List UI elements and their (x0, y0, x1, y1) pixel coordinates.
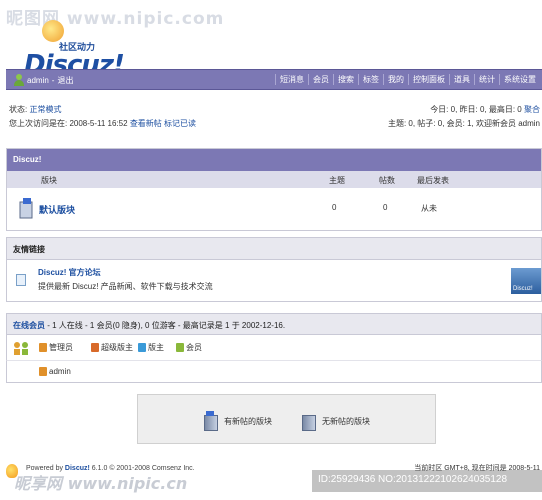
forum-table: Discuz! 版块 主题 帖数 最后发表 默认版块 0 0 从未 (6, 148, 542, 231)
legend-super-mod: 超级版主 (91, 342, 133, 353)
icon-key-box: 有新帖的版块 无新帖的版块 (137, 394, 436, 444)
key-new-posts-label: 有新帖的版块 (224, 416, 272, 426)
forum-table-header: 版块 主题 帖数 最后发表 (7, 171, 541, 188)
watermark-bottom: 昵享网 www.nipic.cn (14, 474, 188, 493)
table-row: 默认版块 0 0 从未 (7, 188, 541, 230)
online-legend: 管理员 超级版主 版主 会员 (6, 335, 542, 361)
super-mod-icon (91, 343, 99, 352)
menu-item-tools[interactable]: 道具 (449, 74, 474, 85)
forum-status-icon (19, 198, 33, 219)
online-box: 在线会员 - 1 人在线 - 1 会员(0 隐身), 0 位游客 - 最高记录是… (6, 313, 542, 386)
today-stats: 今日: 0, 昨日: 0, 最高日: 0 (430, 105, 522, 114)
link-name[interactable]: Discuz! 官方论坛 (38, 267, 101, 278)
menu-item-mine[interactable]: 我的 (383, 74, 408, 85)
admin-icon (39, 343, 47, 352)
menu-item-stats[interactable]: 统计 (474, 74, 499, 85)
key-no-new-posts: 无新帖的版块 (302, 411, 370, 431)
legend-label: 管理员 (49, 343, 73, 352)
logo-star-icon (42, 20, 64, 42)
legend-label: 版主 (148, 343, 164, 352)
forum-name-link[interactable]: 默认版块 (39, 203, 75, 216)
menu-item-tags[interactable]: 标签 (358, 74, 383, 85)
legend-label: 会员 (186, 343, 202, 352)
legend-admin: 管理员 (39, 342, 73, 353)
links-title: 友情链接 (7, 238, 541, 260)
legend-member: 会员 (176, 342, 202, 353)
header-board: 版块 (41, 176, 57, 185)
menu-item-messages[interactable]: 短消息 (275, 74, 308, 85)
today-line: 今日: 0, 昨日: 0, 最高日: 0 聚合 (388, 103, 540, 117)
key-new-posts: 有新帖的版块 (204, 411, 272, 431)
forum-posts: 0 (383, 203, 388, 212)
admin-icon (39, 367, 47, 376)
forum-topics: 0 (332, 203, 337, 212)
watermark-id: ID:25929436 NO:20131222102624035128 (312, 470, 542, 492)
mode-link[interactable]: 正常模式 (29, 105, 61, 114)
online-user-row: admin (6, 361, 542, 383)
header-last-post: 最后发表 (417, 176, 449, 185)
forum-last-post: 从未 (421, 204, 437, 213)
last-visit-text: 您上次访问是在: 2008-5-11 16:52 (9, 119, 128, 128)
legend-mod: 版主 (138, 342, 164, 353)
links-box: 友情链接 Discuz! 官方论坛 提供最新 Discuz! 产品新闻、软件下载… (6, 237, 542, 302)
menubar: admin - 退出 短消息 会员 搜索 标签 我的 控制面板 道具 统计 系统… (6, 69, 542, 90)
status-left: 状态: 正常模式 您上次访问是在: 2008-5-11 16:52 查看新帖 标… (9, 103, 196, 131)
menu-items: 短消息 会员 搜索 标签 我的 控制面板 道具 统计 系统设置 (275, 70, 540, 89)
menu-item-search[interactable]: 搜索 (333, 74, 358, 85)
online-title-bar: 在线会员 - 1 人在线 - 1 会员(0 隐身), 0 位游客 - 最高记录是… (6, 313, 542, 335)
status-right: 今日: 0, 昨日: 0, 最高日: 0 聚合 主题: 0, 帖子: 0, 会员… (388, 103, 540, 131)
link-banner-text: Discuz! (513, 286, 533, 292)
username-link[interactable]: admin (27, 76, 49, 85)
online-username[interactable]: admin (49, 367, 71, 376)
header-posts: 帖数 (379, 176, 395, 185)
mode-line: 状态: 正常模式 (9, 103, 196, 117)
no-new-posts-icon (302, 411, 316, 431)
separator: - (51, 75, 55, 85)
key-no-new-posts-label: 无新帖的版块 (322, 416, 370, 426)
menu-item-system-settings[interactable]: 系统设置 (499, 74, 540, 85)
user-area: admin - 退出 (14, 74, 73, 86)
link-description: 提供最新 Discuz! 产品新闻、软件下载与技术交流 (38, 282, 213, 291)
header-topics: 主题 (329, 176, 345, 185)
last-visit-line: 您上次访问是在: 2008-5-11 16:52 查看新帖 标记已读 (9, 117, 196, 131)
board-stats: 主题: 0, 帖子: 0, 会员: 1, 欢迎新会员 admin (387, 119, 540, 128)
online-title[interactable]: 在线会员 (13, 321, 45, 330)
logout-link[interactable]: 退出 (57, 75, 73, 86)
menu-item-control-panel[interactable]: 控制面板 (408, 74, 449, 85)
link-icon (16, 274, 26, 286)
logo[interactable]: 社区动力 Discuz! (10, 12, 125, 80)
menu-item-members[interactable]: 会员 (308, 74, 333, 85)
online-user[interactable]: admin (39, 367, 71, 376)
user-icon (14, 74, 24, 86)
view-new-link[interactable]: 查看新帖 (130, 119, 162, 128)
legend-label: 超级版主 (101, 343, 133, 352)
mark-read-link[interactable]: 标记已读 (164, 119, 196, 128)
link-banner[interactable]: Discuz! (511, 268, 541, 294)
member-icon (176, 343, 184, 352)
mode-label: 状态: (9, 105, 28, 114)
people-icon (14, 342, 28, 355)
list-item: Discuz! 官方论坛 提供最新 Discuz! 产品新闻、软件下载与技术交流… (7, 260, 541, 302)
online-summary: - 1 人在线 - 1 会员(0 隐身), 0 位游客 - 最高记录是 1 于 … (47, 321, 286, 330)
feed-link[interactable]: 聚合 (524, 105, 540, 114)
mod-icon (138, 343, 146, 352)
forum-category-title[interactable]: Discuz! (7, 149, 541, 171)
new-posts-icon (204, 411, 218, 431)
